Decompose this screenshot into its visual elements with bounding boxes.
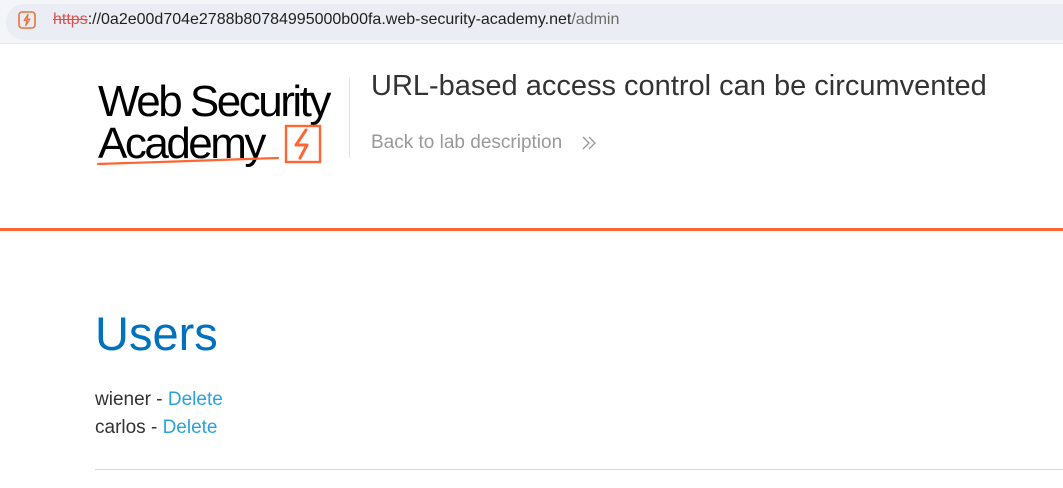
content-divider — [95, 469, 1063, 470]
url-scheme: https — [53, 11, 88, 28]
delete-user-wiener-link[interactable]: Delete — [168, 389, 223, 410]
user-separator: - — [145, 417, 163, 438]
user-row: carlos - Delete — [95, 417, 218, 439]
users-heading: Users — [95, 307, 218, 360]
url-path: /admin — [571, 11, 620, 28]
user-name: carlos — [95, 417, 146, 438]
user-separator: - — [150, 389, 168, 410]
header-rule — [0, 228, 1063, 231]
not-secure-icon[interactable] — [17, 10, 37, 30]
back-to-lab-link[interactable]: Back to lab description — [371, 132, 562, 154]
url-host: ://0a2e00d704e2788b80784995000b00fa.web-… — [87, 11, 572, 28]
header-divider — [349, 78, 350, 158]
user-row: wiener - Delete — [95, 389, 223, 411]
lab-title: URL-based access control can be circumve… — [371, 70, 987, 102]
delete-user-carlos-link[interactable]: Delete — [163, 417, 218, 438]
web-security-academy-logo[interactable]: Web Security Academy — [96, 76, 348, 168]
url-text[interactable]: https://0a2e00d704e2788b80784995000b00fa… — [53, 11, 619, 29]
user-name: wiener — [95, 389, 151, 410]
address-bar-container: https://0a2e00d704e2788b80784995000b00fa… — [0, 0, 1063, 44]
double-chevron-right-icon[interactable] — [581, 135, 597, 151]
